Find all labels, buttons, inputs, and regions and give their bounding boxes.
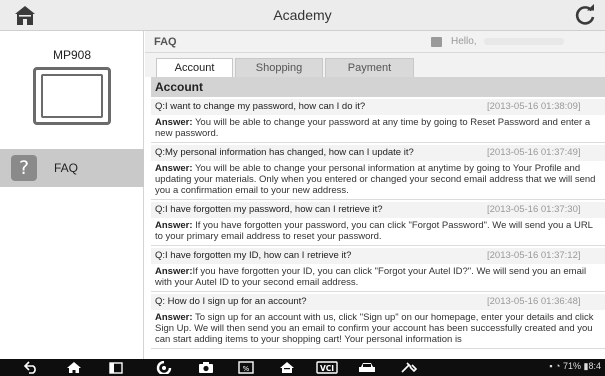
tab-bar: Account Shopping Payment [145,53,605,77]
svg-text:%: % [243,365,250,373]
question-text: Q:My personal information has changed, h… [155,147,414,158]
hello-text: Hello, [451,36,477,47]
answer-text: Answer: You will be able to change your … [155,115,601,139]
section-title: Account [151,77,605,97]
device-name: MP908 [52,48,92,62]
screenshot-icon[interactable]: % [238,361,254,374]
clock: 8:4 [588,361,601,371]
vci-icon[interactable]: VCI [316,361,338,374]
question-row: Q:I have forgotten my ID, how can I retr… [151,248,605,264]
question-date: [2013-05-16 01:36:48] [487,296,581,307]
system-nav-bar: % VCI ▪ ◔ 71% ▮8:4 [0,359,605,376]
answer-body: If you have forgotten your ID, you can c… [155,266,587,288]
answer-text: Answer: You will be able to change your … [155,161,601,196]
answer-body: To sign up for an account with us, click… [155,312,594,345]
faq-panel: FAQ Hello, Account Shopping Payment Acco… [145,31,605,359]
sidebar-item-label: FAQ [54,161,79,175]
question-text: Q:I have forgotten my ID, how can I retr… [155,250,352,261]
sidebar-item-faq[interactable]: ? FAQ [0,149,144,187]
car-icon[interactable] [358,361,376,374]
answer-label: Answer: [155,312,193,323]
answer-body: If you have forgotten your password, you… [155,220,593,242]
tablet-screen [41,74,103,118]
answer-body: You will be able to change your personal… [155,163,596,196]
question-text: Q: How do I sign up for an account? [155,296,307,307]
question-row: Q:I have forgotten my password, how can … [151,202,605,218]
tools-icon[interactable] [400,361,418,374]
answer-label: Answer: [155,220,193,231]
academy-screen: Academy MP908 ? FAQ FAQ Hello, Account S… [0,0,605,376]
answer-body: You will be able to change your password… [155,117,591,139]
camera-icon[interactable] [198,361,214,374]
answer-text: Answer: To sign up for an account with u… [155,310,601,345]
recents-icon[interactable] [108,361,124,374]
faq-header: FAQ Hello, [145,31,605,53]
answer-text: Answer: If you have forgotten your passw… [155,218,601,242]
question-date: [2013-05-16 01:37:12] [487,250,581,261]
faq-title: FAQ [154,36,177,48]
user-card-icon [431,37,442,47]
faq-entry: Q:I have forgotten my password, how can … [151,200,605,246]
tab-shopping[interactable]: Shopping [235,58,323,77]
tab-payment[interactable]: Payment [325,58,414,77]
answer-text: Answer:If you have forgotten your ID, yo… [155,264,601,288]
question-date: [2013-05-16 01:38:09] [487,101,581,112]
faq-entry: Q:I have forgotten my ID, how can I retr… [151,246,605,292]
vci-label: VCI [320,364,334,373]
home-icon[interactable] [66,361,82,374]
notification-icon: ▪ [549,361,553,371]
wifi-icon: ◔ [555,361,561,371]
question-row: Q:I want to change my password, how can … [151,99,605,115]
question-row: Q:My personal information has changed, h… [151,145,605,161]
question-text: Q:I have forgotten my password, how can … [155,204,383,215]
tab-account[interactable]: Account [156,58,233,77]
faq-entry: Q:My personal information has changed, h… [151,143,605,200]
blurred-username [484,38,564,45]
status-area: ▪ ◔ 71% ▮8:4 [549,361,601,372]
answer-label: Answer: [155,163,193,174]
answer-label: Answer: [155,117,193,128]
page-title: Academy [273,7,332,23]
battery-level: 71% [563,361,582,371]
refresh-icon[interactable] [574,4,596,26]
question-text: Q:I want to change my password, how can … [155,101,366,112]
left-panel: MP908 ? FAQ [0,31,144,359]
back-icon[interactable] [24,361,38,374]
question-date: [2013-05-16 01:37:49] [487,147,581,158]
faq-list[interactable]: Account Q:I want to change my password, … [151,77,605,359]
faq-entry: Q: How do I sign up for an account? [201… [151,292,605,349]
question-icon: ? [11,155,37,181]
question-row: Q: How do I sign up for an account? [201… [151,294,605,310]
tablet-device-icon [33,67,111,125]
top-bar: Academy [0,0,605,31]
chrome-icon[interactable] [156,361,172,374]
question-date: [2013-05-16 01:37:30] [487,204,581,215]
home-icon[interactable] [279,361,295,374]
answer-label: Answer: [155,266,193,277]
faq-entry: Q:I want to change my password, how can … [151,97,605,143]
